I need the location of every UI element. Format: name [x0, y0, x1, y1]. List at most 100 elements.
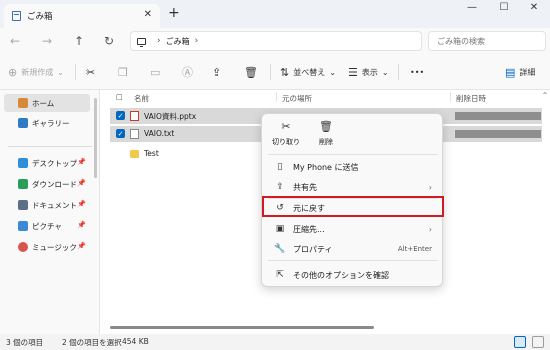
- pptx-file-icon: [130, 111, 139, 121]
- menu-item-send-to-phone[interactable]: ▯ My Phone に送信: [266, 158, 440, 176]
- rename-button[interactable]: Ⓐ: [182, 64, 197, 80]
- forward-button[interactable]: →: [38, 32, 56, 50]
- cut-icon: ✂: [281, 120, 291, 133]
- documents-icon: [18, 200, 28, 210]
- chevron-down-icon: ⌄: [329, 67, 336, 77]
- refresh-button[interactable]: ↻: [100, 32, 118, 50]
- up-button[interactable]: ↑: [70, 32, 88, 50]
- more-options-icon: ⇱: [276, 270, 284, 280]
- details-button[interactable]: ▤ 詳細: [505, 64, 535, 80]
- new-tab-button[interactable]: +: [168, 5, 180, 21]
- menu-item-properties[interactable]: 🔧 プロパティ Alt+Enter: [266, 240, 440, 258]
- sort-label: 並べ替え: [293, 67, 326, 77]
- sidebar-item-label: ドキュメント: [32, 200, 77, 210]
- tiles-view-button[interactable]: [532, 336, 544, 348]
- title-bar: ごみ箱 ✕ + — ☐ ✕: [0, 0, 550, 28]
- cut-button[interactable]: ✂: [86, 64, 99, 80]
- sidebar-item-pictures[interactable]: ピクチャ 📌: [4, 217, 90, 235]
- scroll-up-arrow[interactable]: ^: [541, 92, 549, 102]
- search-input[interactable]: [428, 31, 546, 51]
- view-label: 表示: [361, 67, 378, 77]
- share-button[interactable]: ⇪: [212, 64, 225, 80]
- share-icon: ⇪: [212, 65, 222, 79]
- compress-icon: ▣: [275, 224, 285, 234]
- column-header-date-deleted[interactable]: 削除日時: [456, 93, 486, 104]
- maximize-button[interactable]: ☐: [492, 2, 516, 18]
- breadcrumb-separator[interactable]: ›: [157, 36, 161, 46]
- new-icon: ⊕: [8, 65, 18, 79]
- view-button[interactable]: ☰ 表示 ⌄: [348, 64, 389, 80]
- selection-size: 454 KB: [122, 337, 149, 346]
- more-icon: •••: [410, 67, 425, 77]
- phone-icon: ▯: [277, 162, 283, 172]
- details-view-button[interactable]: [514, 336, 526, 348]
- item-count: 3 個の項目: [6, 338, 44, 347]
- column-divider[interactable]: [276, 92, 277, 102]
- breadcrumb-separator[interactable]: ›: [195, 36, 199, 46]
- sidebar-item-desktop[interactable]: デスクトップ 📌: [4, 154, 90, 172]
- delete-button[interactable]: 🗑: [244, 64, 262, 80]
- see-more-button[interactable]: •••: [410, 64, 424, 80]
- pin-icon[interactable]: 📌: [77, 158, 86, 166]
- sidebar-item-music[interactable]: ミュージック 📌: [4, 238, 90, 256]
- menu-item-label: 共有先: [293, 182, 317, 192]
- sidebar-scrollbar[interactable]: [94, 98, 97, 178]
- download-icon: [18, 179, 28, 189]
- cut-menu-button[interactable]: ✂ 切り取り: [268, 120, 304, 152]
- desktop-icon: [18, 158, 28, 168]
- menu-item-label: 圧縮先...: [293, 224, 325, 234]
- horizontal-scrollbar[interactable]: [110, 326, 374, 329]
- sidebar-item-documents[interactable]: ドキュメント 📌: [4, 196, 90, 214]
- sidebar-item-label: ホーム: [32, 98, 55, 108]
- row-checkbox[interactable]: ✓: [116, 111, 125, 120]
- text-file-icon: [130, 129, 139, 139]
- this-pc-icon: [137, 37, 146, 47]
- menu-item-share[interactable]: ⇪ 共有先 ›: [266, 178, 440, 196]
- menu-item-compress[interactable]: ▣ 圧縮先... ›: [266, 220, 440, 238]
- copy-icon: ❐: [118, 65, 128, 79]
- sidebar-item-label: ミュージック: [32, 242, 77, 252]
- view-icon: ☰: [348, 65, 358, 79]
- back-button[interactable]: ←: [6, 32, 24, 50]
- tab-recycle-bin[interactable]: ごみ箱 ✕: [4, 4, 160, 28]
- pin-icon[interactable]: 📌: [77, 200, 86, 208]
- delete-menu-button[interactable]: 🗑 削除: [308, 120, 344, 152]
- file-name: VAIO.txt: [144, 129, 175, 138]
- paste-button[interactable]: ▭: [150, 64, 164, 80]
- column-header-original-location[interactable]: 元の場所: [282, 93, 312, 104]
- minimize-button[interactable]: —: [460, 2, 484, 18]
- column-divider[interactable]: [450, 92, 451, 102]
- tab-title: ごみ箱: [27, 12, 53, 22]
- new-button[interactable]: ⊕ 新規作成 ⌄: [8, 64, 64, 80]
- submenu-arrow-icon: ›: [428, 224, 432, 234]
- sidebar-item-home[interactable]: ホーム: [4, 94, 90, 112]
- pin-icon[interactable]: 📌: [77, 221, 86, 229]
- gallery-icon: [18, 118, 28, 128]
- pin-icon[interactable]: 📌: [77, 179, 86, 187]
- divider: [270, 64, 271, 80]
- select-all-checkbox[interactable]: ☐: [116, 93, 123, 102]
- selection-count: 2 個の項目を選択: [62, 338, 122, 347]
- close-window-button[interactable]: ✕: [522, 2, 546, 18]
- pin-icon[interactable]: 📌: [77, 242, 86, 250]
- delete-label: 削除: [319, 138, 333, 146]
- breadcrumb-recycle-bin[interactable]: ごみ箱: [166, 36, 190, 47]
- submenu-arrow-icon: ›: [428, 182, 432, 192]
- sidebar-item-gallery[interactable]: ギャラリー: [4, 114, 90, 132]
- trash-icon: 🗑: [319, 120, 333, 133]
- new-label: 新規作成: [21, 67, 54, 77]
- sidebar-item-label: ピクチャ: [32, 221, 62, 231]
- status-bar: 3 個の項目 2 個の項目を選択 454 KB: [0, 334, 550, 350]
- menu-item-more-options[interactable]: ⇱ その他のオプションを確認: [266, 266, 440, 284]
- column-header-name[interactable]: 名前: [134, 93, 149, 104]
- tab-close-icon[interactable]: ✕: [144, 9, 152, 20]
- divider: [75, 64, 76, 80]
- menu-separator: [268, 260, 438, 261]
- file-name: Test: [144, 149, 159, 158]
- sidebar-item-downloads[interactable]: ダウンロード 📌: [4, 175, 90, 193]
- address-bar[interactable]: › ごみ箱 ›: [130, 31, 422, 51]
- row-checkbox[interactable]: ✓: [116, 129, 125, 138]
- redacted-date: [455, 130, 541, 138]
- copy-button[interactable]: ❐: [118, 64, 132, 80]
- sort-button[interactable]: ⇅ 並べ替え ⌄: [280, 64, 336, 80]
